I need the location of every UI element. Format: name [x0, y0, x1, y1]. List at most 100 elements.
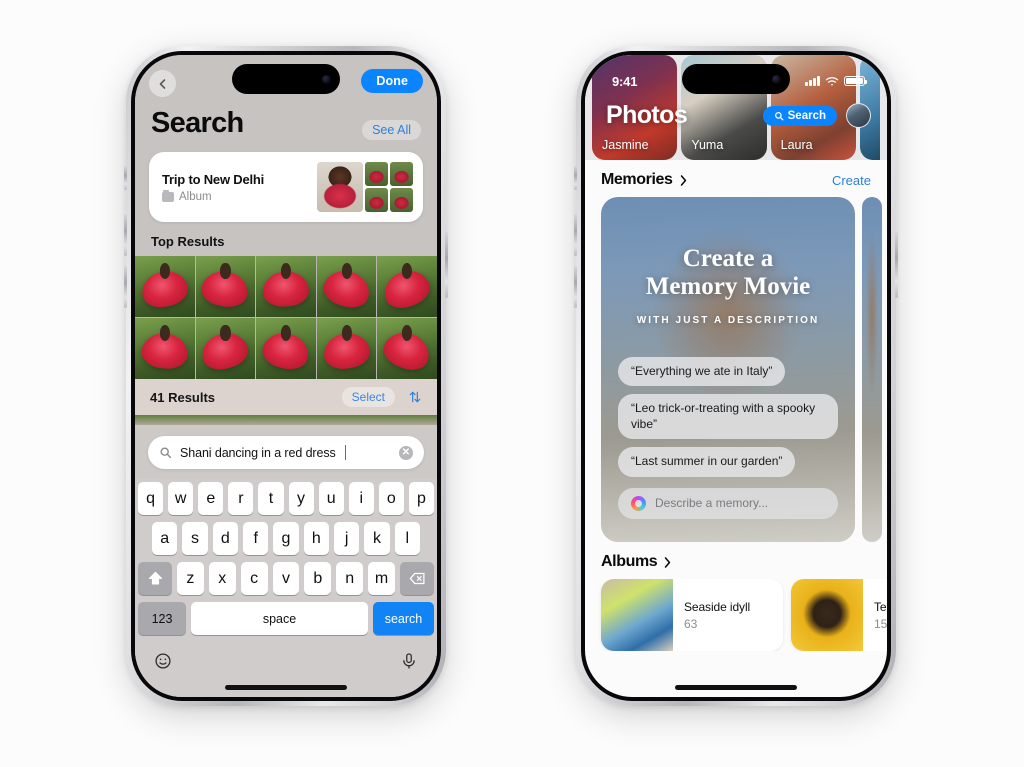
wifi-icon: [825, 76, 839, 87]
keyboard-row-3: z x c v b n m: [138, 562, 435, 595]
text-cursor: [344, 445, 347, 460]
key-r[interactable]: r: [228, 482, 254, 515]
memory-suggestion-pill[interactable]: “Leo trick-or-treating with a spooky vib…: [618, 394, 838, 440]
photo-thumbnail[interactable]: [316, 256, 377, 317]
memories-carousel[interactable]: Create a Memory Movie WITH JUST A DESCRI…: [585, 197, 887, 542]
select-button[interactable]: Select: [341, 387, 395, 407]
keyboard-row-4: 123 space search: [138, 602, 434, 635]
photo-thumbnail[interactable]: [135, 318, 195, 379]
albums-section-header: Albums: [585, 542, 887, 579]
key-o[interactable]: o: [378, 482, 404, 515]
key-j[interactable]: j: [333, 522, 360, 555]
key-b[interactable]: b: [304, 562, 332, 595]
power-button-left[interactable]: [445, 232, 448, 298]
key-d[interactable]: d: [212, 522, 238, 555]
backspace-key[interactable]: [400, 562, 435, 595]
back-button[interactable]: [149, 70, 176, 97]
person-name: Laura: [780, 138, 813, 152]
albums-carousel[interactable]: Seaside idyll 63 Test 159: [585, 579, 887, 651]
numbers-key[interactable]: 123: [138, 602, 186, 635]
shift-key[interactable]: [138, 562, 172, 595]
key-q[interactable]: q: [138, 482, 164, 515]
key-p[interactable]: p: [408, 482, 434, 515]
memory-suggestion-pill[interactable]: “Everything we ate in Italy”: [618, 356, 786, 387]
done-button[interactable]: Done: [361, 69, 423, 93]
key-t[interactable]: t: [258, 482, 284, 515]
dictation-button[interactable]: [400, 652, 418, 670]
albums-title-group[interactable]: Albums: [601, 553, 672, 571]
create-memory-button[interactable]: Create: [832, 173, 871, 188]
search-return-key[interactable]: search: [373, 602, 434, 635]
photo-thumbnail[interactable]: [377, 318, 437, 379]
avatar[interactable]: [846, 103, 871, 128]
memory-heading-line1: Create a: [682, 245, 774, 272]
photo-thumbnail[interactable]: [256, 318, 316, 379]
sort-button[interactable]: [408, 390, 422, 404]
search-button[interactable]: Search: [762, 106, 837, 126]
photo-thumbnail[interactable]: [195, 256, 256, 317]
key-c[interactable]: c: [240, 562, 268, 595]
photos-title: Photos: [606, 101, 688, 129]
key-m[interactable]: m: [368, 562, 396, 595]
key-n[interactable]: n: [336, 562, 364, 595]
photo-thumbnail[interactable]: [195, 318, 256, 379]
emoji-icon: [155, 653, 171, 669]
key-v[interactable]: v: [272, 562, 300, 595]
album-thumb: [390, 162, 413, 186]
backspace-icon: [409, 572, 425, 585]
volume-down-button-right[interactable]: [574, 266, 577, 308]
left-phone-screen: Done Search See All Trip to New Delhi Al…: [135, 55, 437, 697]
key-i[interactable]: i: [348, 482, 374, 515]
right-phone-screen: Jasmine Yuma Laura 9:41 Photos Search Me…: [585, 55, 887, 697]
key-f[interactable]: f: [243, 522, 269, 555]
screenshot-stage: Done Search See All Trip to New Delhi Al…: [0, 0, 1024, 767]
power-button-right[interactable]: [895, 232, 898, 298]
create-memory-card[interactable]: Create a Memory Movie WITH JUST A DESCRI…: [601, 197, 855, 542]
album-tile-name: Seaside idyll: [684, 599, 751, 614]
volume-up-button-right[interactable]: [574, 214, 577, 256]
photo-grid-edge: [135, 415, 437, 425]
memory-suggestion-pill[interactable]: “Last summer in our garden”: [618, 447, 796, 477]
album-thumb: [365, 188, 388, 212]
key-k[interactable]: k: [364, 522, 390, 555]
memory-heading-line2: Memory Movie: [645, 273, 811, 301]
photo-thumbnail[interactable]: [316, 318, 377, 379]
album-tile[interactable]: Test 159: [791, 579, 887, 651]
key-z[interactable]: z: [177, 562, 204, 595]
album-tile-info: Test 159: [863, 600, 887, 631]
key-w[interactable]: w: [168, 482, 194, 515]
album-thumb-primary: [317, 162, 363, 212]
action-button-left[interactable]: [124, 166, 127, 190]
album-thumb: [390, 188, 413, 212]
shift-icon: [148, 571, 162, 585]
photo-thumbnail[interactable]: [135, 256, 195, 317]
key-g[interactable]: g: [273, 522, 299, 555]
describe-memory-input[interactable]: Describe a memory...: [618, 487, 838, 519]
key-e[interactable]: e: [198, 482, 224, 515]
photo-thumbnail[interactable]: [256, 256, 316, 317]
search-input[interactable]: Shani dancing in a red dress ✕: [148, 436, 424, 469]
key-u[interactable]: u: [318, 482, 344, 515]
emoji-button[interactable]: [154, 652, 172, 670]
album-tile[interactable]: Seaside idyll 63: [601, 579, 783, 651]
key-y[interactable]: y: [288, 482, 314, 515]
volume-up-button-left[interactable]: [124, 214, 127, 256]
key-h[interactable]: h: [303, 522, 329, 555]
photo-thumbnail[interactable]: [377, 256, 437, 317]
volume-down-button-left[interactable]: [124, 266, 127, 308]
action-button-right[interactable]: [574, 166, 577, 190]
album-tile-name: Test: [874, 599, 887, 614]
space-key[interactable]: space: [191, 602, 368, 635]
keyboard-row-2: a s d f g h j k l: [138, 522, 434, 555]
battery-icon: [844, 75, 868, 87]
clear-icon[interactable]: ✕: [399, 445, 413, 460]
key-x[interactable]: x: [208, 562, 236, 595]
album-result-card[interactable]: Trip to New Delhi Album: [149, 152, 423, 222]
memories-title-group[interactable]: Memories: [601, 171, 688, 189]
key-s[interactable]: s: [182, 522, 208, 555]
cellular-bars-icon: [805, 76, 820, 86]
memory-card-partial[interactable]: [862, 197, 882, 542]
see-all-button[interactable]: See All: [362, 120, 421, 140]
key-l[interactable]: l: [394, 522, 420, 555]
key-a[interactable]: a: [152, 522, 178, 555]
